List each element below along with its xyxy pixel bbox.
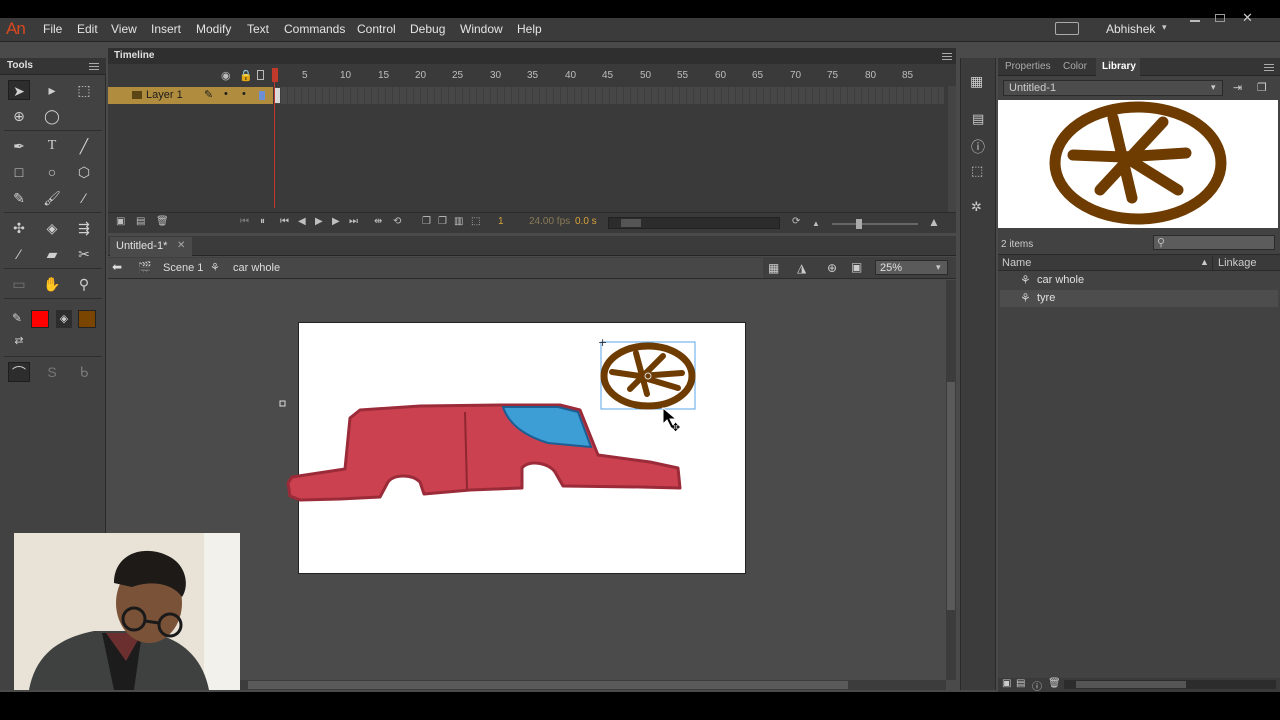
tab-library-label[interactable]: Library	[1102, 61, 1136, 72]
column-linkage[interactable]: Linkage	[1218, 257, 1257, 269]
pin-library-icon[interactable]: ⇥	[1233, 81, 1242, 94]
car-body[interactable]	[286, 403, 682, 502]
tab-library-active[interactable]: Library	[1096, 58, 1140, 76]
library-footer: ▣ ▤ ⓘ 🗑	[998, 678, 1280, 693]
library-hscroll[interactable]	[1064, 680, 1276, 689]
library-document-value[interactable]: Untitled-1	[1009, 82, 1056, 94]
library-search-input[interactable]: ⚲	[1153, 235, 1275, 250]
chevron-down-icon[interactable]: ▾	[1211, 82, 1216, 93]
presenter-image	[14, 533, 240, 690]
transform-panel-icon[interactable]: ⬚	[971, 163, 983, 179]
stage-vscroll[interactable]	[946, 280, 956, 680]
svg-text:✥: ✥	[671, 421, 680, 434]
library-document-select[interactable]: Untitled-1 ▾	[1003, 80, 1223, 96]
vscroll-thumb[interactable]	[947, 382, 955, 610]
library-item-name[interactable]: car whole	[1037, 274, 1084, 286]
library-item[interactable]: ⚘ tyre	[1000, 290, 1278, 307]
tab-properties[interactable]: Properties	[1005, 61, 1051, 72]
new-library-panel-icon[interactable]: ❐	[1257, 81, 1267, 94]
align-panel-icon[interactable]: ▤	[972, 111, 984, 127]
panel-menu-icon[interactable]	[1264, 64, 1274, 71]
graphic-symbol-icon: ⚘	[1020, 273, 1031, 287]
search-icon: ⚲	[1157, 237, 1166, 249]
motion-presets-icon[interactable]: ✲	[971, 199, 982, 215]
graphic-symbol-icon: ⚘	[1020, 291, 1031, 305]
new-symbol-icon[interactable]: ▣	[1002, 678, 1011, 689]
library-item-name[interactable]: tyre	[1037, 292, 1055, 304]
registration-crosshair-icon: +	[598, 336, 607, 349]
properties-icon[interactable]: ⓘ	[1032, 678, 1042, 693]
info-panel-icon[interactable]: ⓘ	[971, 137, 985, 157]
library-list-header: Name ▲ Linkage	[998, 254, 1280, 271]
column-name[interactable]: Name	[1002, 257, 1031, 269]
animate-window: An File Edit View Insert Modify Text Com…	[0, 0, 1280, 720]
tyre-preview	[1049, 101, 1227, 225]
grid-panel-icon[interactable]: ▦	[970, 73, 983, 90]
symbol-registration-point	[279, 400, 286, 407]
library-preview	[998, 100, 1278, 228]
hscroll-thumb[interactable]	[248, 681, 848, 689]
library-hscroll-thumb[interactable]	[1076, 681, 1186, 688]
delete-icon[interactable]: 🗑	[1048, 678, 1061, 689]
tab-color[interactable]: Color	[1063, 61, 1087, 72]
webcam-overlay	[14, 533, 240, 690]
new-folder-icon[interactable]: ▤	[1016, 678, 1025, 689]
bottom-letterbox	[0, 692, 1280, 720]
column-divider	[1212, 256, 1213, 270]
tyre-instance[interactable]: +	[598, 336, 696, 410]
library-item[interactable]: ⚘ car whole	[1000, 272, 1278, 289]
sort-ascending-icon[interactable]: ▲	[1200, 257, 1209, 267]
car-body-graphic[interactable]	[286, 403, 682, 502]
move-cursor-icon: ✥	[662, 406, 680, 434]
library-item-count: 2 items	[1001, 239, 1034, 250]
